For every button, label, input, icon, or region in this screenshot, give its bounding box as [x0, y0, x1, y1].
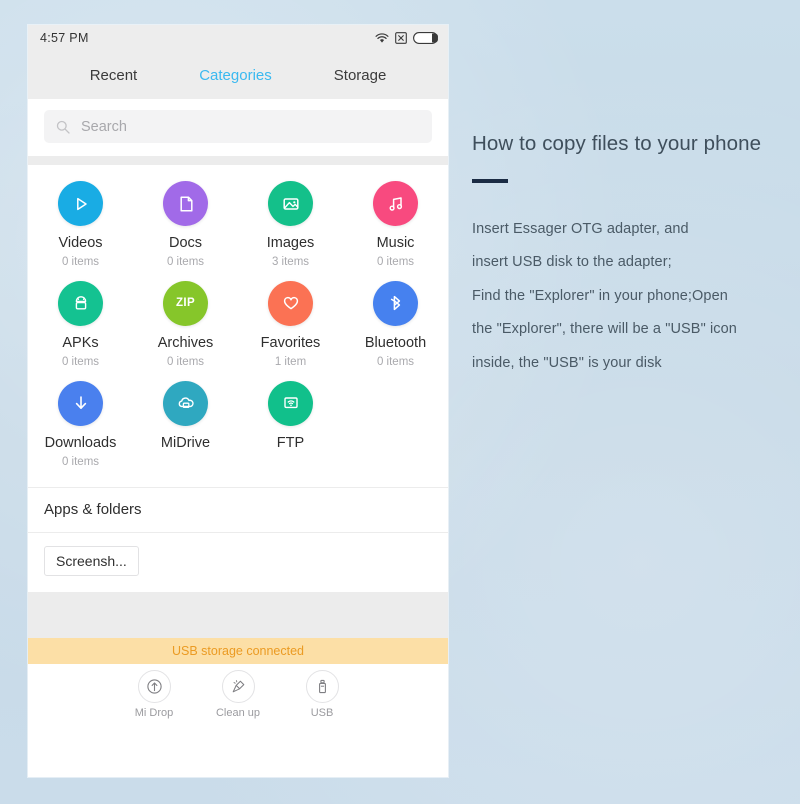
- title-underline: [472, 178, 508, 183]
- search-icon: [56, 120, 70, 134]
- category-count: 0 items: [61, 455, 100, 468]
- category-count: 3 items: [271, 255, 310, 268]
- tab-recent[interactable]: Recent: [90, 68, 138, 83]
- search-placeholder: Search: [81, 118, 127, 135]
- music-note-icon: [373, 181, 418, 226]
- mi-drop-icon: [137, 669, 171, 703]
- usb-drive-icon: [305, 669, 339, 703]
- categories-row: APKs 0 items ZIP Archives 0 items Favori…: [28, 280, 448, 369]
- category-bluetooth[interactable]: Bluetooth 0 items: [343, 280, 448, 369]
- android-icon: [58, 280, 103, 326]
- heart-icon: [268, 280, 313, 326]
- no-sim-icon: [395, 32, 407, 44]
- panel-line: Find the "Explorer" in your phone;Open: [472, 287, 728, 304]
- category-images[interactable]: Images 3 items: [238, 181, 343, 269]
- instructions-panel: How to copy files to your phone Insert E…: [472, 132, 784, 380]
- category-label: MiDrive: [160, 434, 211, 451]
- search-section: Search: [28, 99, 448, 156]
- category-count: 0 items: [166, 355, 205, 368]
- category-label: Archives: [157, 334, 214, 351]
- download-arrow-icon: [58, 380, 103, 426]
- tab-storage[interactable]: Storage: [334, 68, 387, 83]
- category-label: Images: [266, 235, 315, 251]
- panel-line: Insert Essager OTG adapter, and: [472, 220, 689, 237]
- categories-grid: Videos 0 items Docs 0 items Images 3 ite…: [28, 165, 448, 487]
- category-count: 0 items: [376, 255, 415, 268]
- phone-screenshot: 4:57 PM Recent Categories Storage Search…: [28, 25, 448, 777]
- category-videos[interactable]: Videos 0 items: [28, 181, 133, 269]
- wifi-icon: [375, 32, 389, 44]
- category-label: APKs: [62, 334, 99, 351]
- toolbar-mi-drop[interactable]: Mi Drop: [123, 669, 185, 719]
- status-bar: 4:57 PM: [28, 25, 448, 51]
- panel-line: inside, the "USB" is your disk: [472, 354, 662, 371]
- play-icon: [58, 181, 103, 226]
- categories-row: Downloads 0 items MiDrive FTP: [28, 380, 448, 469]
- status-bar-clock: 4:57 PM: [40, 31, 89, 45]
- category-music[interactable]: Music 0 items: [343, 181, 448, 269]
- section-divider: [28, 156, 448, 165]
- tab-bar: Recent Categories Storage: [28, 51, 448, 99]
- broom-icon: [221, 669, 255, 703]
- toolbar-usb[interactable]: USB: [291, 669, 353, 719]
- category-archives[interactable]: ZIP Archives 0 items: [133, 280, 238, 369]
- category-label: Bluetooth: [364, 334, 427, 351]
- panel-title: How to copy files to your phone: [472, 132, 762, 155]
- apps-folders-header: Apps & folders: [28, 486, 448, 533]
- panel-body: Insert Essager OTG adapter, and insert U…: [472, 213, 784, 381]
- image-icon: [268, 181, 313, 226]
- category-label: Videos: [58, 235, 103, 251]
- cloud-drive-icon: [163, 380, 208, 426]
- category-apks[interactable]: APKs 0 items: [28, 280, 133, 369]
- category-favorites[interactable]: Favorites 1 item: [238, 280, 343, 369]
- category-docs[interactable]: Docs 0 items: [133, 181, 238, 269]
- category-count: 0 items: [166, 255, 205, 268]
- zip-label: ZIP: [175, 297, 196, 310]
- category-count: 0 items: [61, 255, 100, 268]
- bottom-toolbar: Mi Drop Clean up USB: [28, 663, 448, 726]
- category-label: Docs: [168, 235, 203, 251]
- bluetooth-icon: [373, 280, 418, 326]
- category-midrive[interactable]: MiDrive: [133, 380, 238, 469]
- category-count: 0 items: [61, 355, 100, 368]
- categories-row: Videos 0 items Docs 0 items Images 3 ite…: [28, 181, 448, 269]
- empty-area: [28, 591, 448, 638]
- search-input[interactable]: Search: [44, 110, 432, 143]
- toolbar-clean-up[interactable]: Clean up: [207, 669, 269, 719]
- category-label: Music: [376, 235, 415, 251]
- folder-chip-screenshots[interactable]: Screensh...: [44, 545, 139, 576]
- category-count: 1 item: [274, 355, 307, 368]
- category-empty-slot: [343, 381, 448, 469]
- toolbar-label: Mi Drop: [134, 706, 174, 719]
- apps-folders-list: Screensh...: [28, 532, 448, 592]
- ftp-wifi-icon: [268, 380, 313, 426]
- panel-line: insert USB disk to the adapter;: [472, 254, 672, 271]
- tab-categories[interactable]: Categories: [199, 68, 272, 83]
- zip-icon: ZIP: [163, 280, 208, 326]
- category-ftp[interactable]: FTP: [238, 380, 343, 469]
- document-icon: [163, 181, 208, 226]
- battery-icon: [413, 32, 438, 44]
- usb-status-banner: USB storage connected: [28, 637, 448, 664]
- panel-line: the "Explorer", there will be a "USB" ic…: [472, 321, 737, 338]
- category-count: 0 items: [376, 355, 415, 368]
- category-label: Downloads: [44, 434, 117, 451]
- category-label: FTP: [276, 434, 305, 451]
- toolbar-label: Clean up: [215, 706, 261, 719]
- status-bar-icons: [375, 32, 438, 44]
- category-downloads[interactable]: Downloads 0 items: [28, 380, 133, 469]
- toolbar-label: USB: [310, 706, 334, 719]
- category-label: Favorites: [260, 334, 321, 351]
